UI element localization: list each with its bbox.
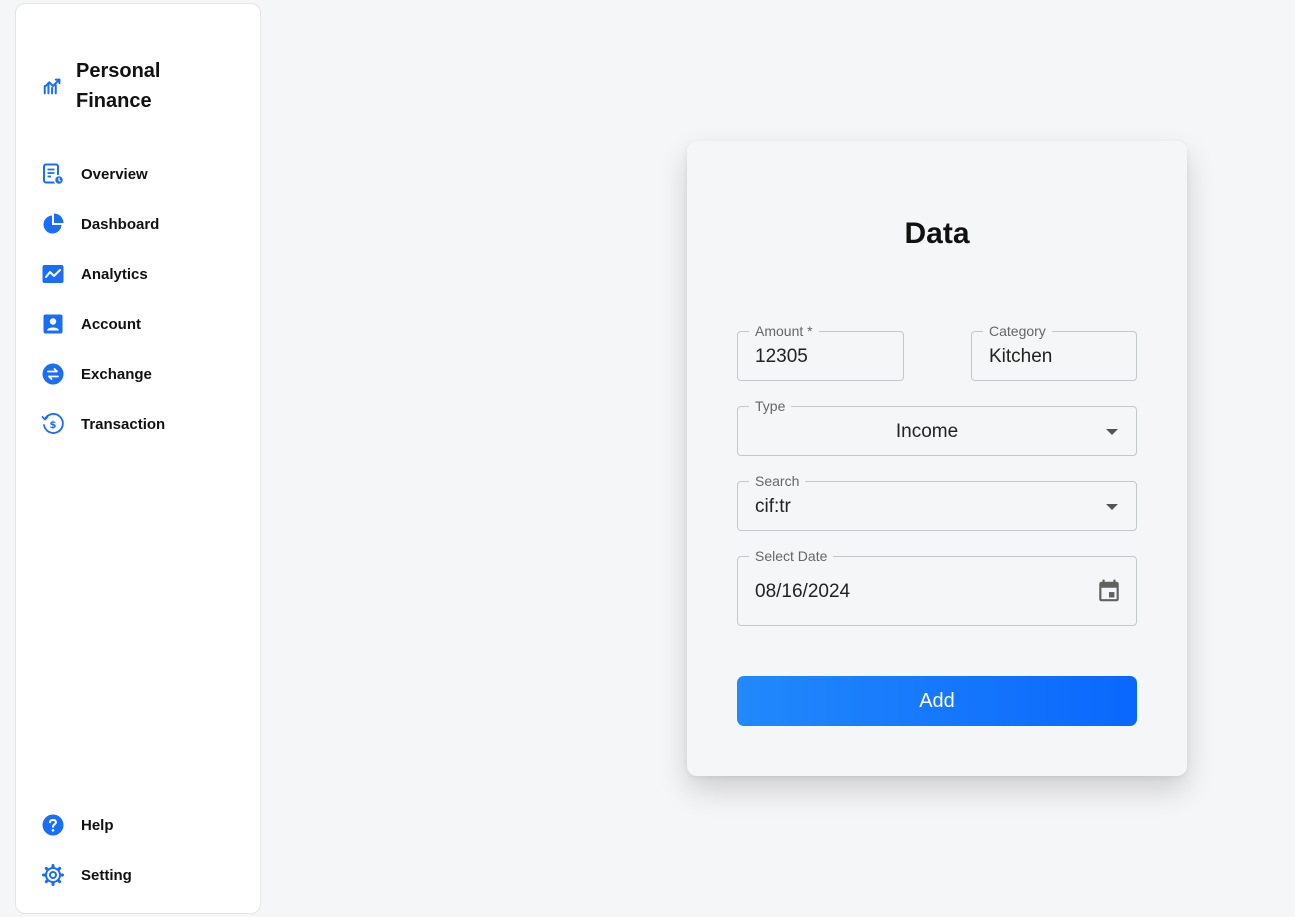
type-select[interactable]: Type Income bbox=[737, 398, 1137, 456]
overview-icon bbox=[41, 162, 65, 186]
search-label: Search bbox=[749, 473, 806, 489]
sidebar-item-label: Help bbox=[81, 816, 114, 834]
amount-label: Amount * bbox=[749, 323, 819, 339]
gear-icon bbox=[41, 863, 65, 887]
exchange-icon bbox=[41, 362, 65, 386]
sidebar-item-label: Setting bbox=[81, 866, 132, 884]
sidebar-item-label: Overview bbox=[81, 165, 148, 183]
sidebar-bottom-nav: Help Setting bbox=[41, 800, 251, 900]
chevron-down-icon[interactable] bbox=[1106, 429, 1118, 435]
amount-field[interactable]: Amount * 12305 bbox=[737, 323, 904, 381]
sidebar-item-overview[interactable]: Overview bbox=[41, 149, 251, 199]
trending-chart-icon bbox=[42, 75, 64, 97]
sidebar-item-label: Analytics bbox=[81, 265, 148, 283]
pie-chart-icon bbox=[41, 212, 65, 236]
date-field[interactable]: Select Date 08/16/2024 bbox=[737, 548, 1137, 626]
brand[interactable]: Personal Finance bbox=[42, 56, 196, 116]
calendar-icon[interactable] bbox=[1096, 578, 1122, 604]
sidebar-item-setting[interactable]: Setting bbox=[41, 850, 251, 900]
app-title: Personal Finance bbox=[76, 60, 161, 112]
data-form-card: Data Amount * 12305 Category Kitchen Typ… bbox=[687, 141, 1187, 776]
type-label: Type bbox=[749, 398, 792, 414]
amount-value: 12305 bbox=[755, 346, 808, 367]
sidebar: Personal Finance Overview Dashboard Anal… bbox=[15, 3, 261, 914]
category-label: Category bbox=[983, 323, 1052, 339]
sidebar-item-label: Transaction bbox=[81, 415, 166, 433]
analytics-icon bbox=[41, 262, 65, 286]
help-icon bbox=[41, 813, 65, 837]
sidebar-item-dashboard[interactable]: Dashboard bbox=[41, 199, 251, 249]
search-select[interactable]: Search cif:tr bbox=[737, 473, 1137, 531]
sidebar-item-label: Dashboard bbox=[81, 215, 160, 233]
type-value: Income bbox=[895, 421, 959, 442]
sidebar-item-exchange[interactable]: Exchange bbox=[41, 349, 251, 399]
add-button[interactable]: Add bbox=[737, 676, 1137, 726]
sidebar-item-account[interactable]: Account bbox=[41, 299, 251, 349]
chevron-down-icon[interactable] bbox=[1106, 504, 1118, 510]
date-label: Select Date bbox=[749, 548, 834, 564]
sidebar-item-help[interactable]: Help bbox=[41, 800, 251, 850]
category-field[interactable]: Category Kitchen bbox=[971, 323, 1137, 381]
transaction-icon: $ bbox=[41, 412, 65, 436]
form-title: Data bbox=[904, 217, 970, 250]
sidebar-nav: Overview Dashboard Analytics Account Exc… bbox=[41, 149, 251, 449]
date-value: 08/16/2024 bbox=[755, 581, 851, 602]
sidebar-item-label: Account bbox=[81, 315, 141, 333]
sidebar-item-transaction[interactable]: $ Transaction bbox=[41, 399, 251, 449]
sidebar-item-label: Exchange bbox=[81, 365, 152, 383]
category-value: Kitchen bbox=[989, 346, 1053, 367]
svg-text:$: $ bbox=[50, 420, 57, 431]
account-icon bbox=[41, 312, 65, 336]
search-value: cif:tr bbox=[755, 496, 791, 517]
sidebar-item-analytics[interactable]: Analytics bbox=[41, 249, 251, 299]
